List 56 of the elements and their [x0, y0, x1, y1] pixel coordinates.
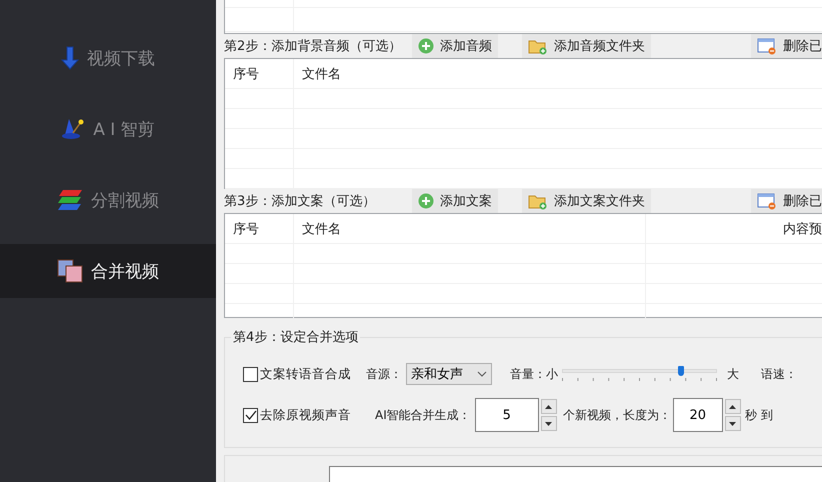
sidebar-item[interactable]: 分割视频 [0, 173, 216, 227]
checkbox[interactable]: 去除原视频声音 [243, 406, 351, 424]
volume-max-label: 大 [727, 366, 739, 382]
column-header: 文件名 [294, 214, 646, 243]
plus-circle-icon [418, 38, 434, 54]
column-header: 文件名 [294, 59, 822, 88]
spin-down-button[interactable] [540, 416, 557, 431]
check-icon [244, 410, 256, 420]
window-minus-icon [757, 38, 777, 54]
sidebar-label: 视频下载 [87, 48, 155, 70]
layers-icon [57, 189, 83, 211]
unit-label: 秒 [744, 406, 757, 424]
column-header: 序号 [225, 214, 294, 243]
spin-down-button[interactable] [724, 416, 741, 431]
down-arrow-icon [61, 46, 79, 70]
sidebar-label: 合并视频 [91, 260, 159, 282]
down-arrow-icon [545, 422, 552, 426]
count-label: AI智能合并生成： [375, 406, 471, 424]
group-title: 第4步：设定合并选项 [232, 329, 360, 346]
sidebar-label: A I 智剪 [93, 118, 155, 140]
toolbar-button[interactable]: 添加文案 [412, 189, 498, 213]
speed-label: 语速： [761, 366, 797, 382]
volume-slider[interactable] [562, 366, 717, 382]
sidebar-item[interactable]: A I 智剪 [0, 102, 216, 156]
column-header: 内容预 [646, 214, 822, 243]
toolbar-button[interactable]: 删除已 [751, 34, 822, 58]
step-label: 第2步：添加背景音频（可选） [224, 38, 402, 55]
window-minus-icon [757, 192, 777, 210]
spin-up-button[interactable] [540, 399, 557, 414]
count-suffix: 个新视频，长度为： [562, 406, 671, 424]
checkbox[interactable]: 文案转语音合成 [243, 366, 351, 382]
down-arrow-icon [729, 422, 736, 426]
to-label: 到 [760, 406, 773, 424]
sidebar-label: 分割视频 [91, 190, 159, 212]
overlapping-frames-icon [57, 259, 83, 283]
folder-plus-icon [528, 38, 548, 54]
step-label: 第3步：添加文案（可选） [224, 193, 376, 210]
toolbar-button[interactable]: 删除已 [751, 189, 822, 213]
folder-plus-icon [528, 192, 548, 210]
toolbar-button[interactable]: 添加文案文件夹 [522, 189, 651, 213]
toolbar-button[interactable]: 添加音频文件夹 [522, 34, 651, 58]
length-field[interactable]: 20 [672, 398, 723, 432]
volume-label: 音量：小 [510, 366, 558, 382]
up-arrow-icon [729, 404, 736, 408]
spin-up-button[interactable] [724, 399, 741, 414]
toolbar-button[interactable]: 添加音频 [412, 34, 498, 58]
sidebar-item[interactable]: 合并视频 [0, 244, 216, 298]
up-arrow-icon [545, 404, 552, 408]
chevron-down-icon [477, 371, 487, 377]
voice-label: 音源： [366, 366, 402, 382]
plus-circle-icon [418, 193, 434, 209]
column-header: 序号 [225, 59, 294, 88]
sidebar-item[interactable]: 视频下载 [0, 31, 216, 85]
wizard-hat-icon [61, 117, 86, 141]
count-field[interactable]: 5 [474, 398, 539, 432]
voice-dropdown[interactable]: 亲和女声 [406, 363, 492, 385]
